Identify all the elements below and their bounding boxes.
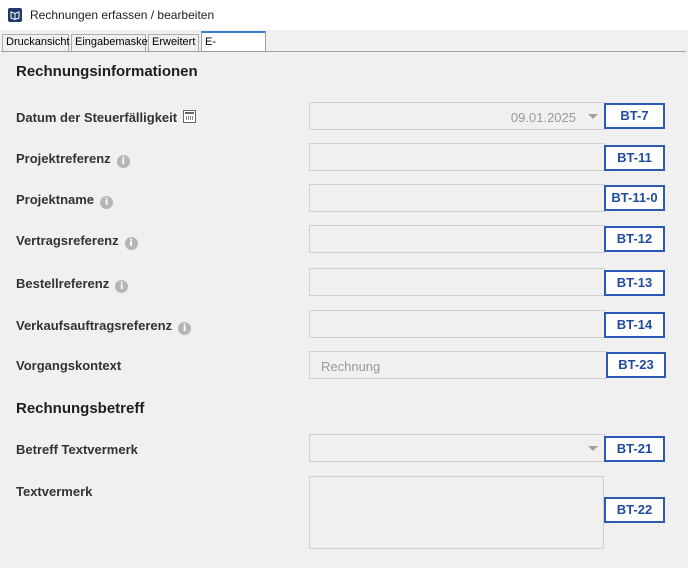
bt-code-badge: BT-23: [606, 352, 666, 378]
chevron-down-icon[interactable]: [588, 114, 598, 119]
info-icon[interactable]: i: [100, 196, 114, 209]
label-betreff-textvermerk: Betreff Textvermerk: [16, 442, 138, 457]
calendar-icon[interactable]: [183, 110, 197, 123]
tab-erweitert[interactable]: Erweitert: [148, 34, 199, 51]
label-text: Datum der Steuerfälligkeit: [16, 110, 178, 125]
bt-code-badge: BT-11: [604, 145, 665, 171]
label-textvermerk: Textvermerk: [16, 484, 93, 499]
label-text: Projektreferenz: [16, 151, 111, 166]
order-reference-input[interactable]: [309, 268, 605, 296]
process-context-value: Rechnung: [321, 359, 381, 374]
label-text: Vertragsreferenz: [16, 233, 119, 248]
bt-code-badge: BT-22: [604, 497, 665, 523]
window-title: Rechnungen erfassen / bearbeiten: [30, 8, 215, 22]
label-bestellreferenz: Bestellreferenz i: [16, 276, 129, 293]
label-projektreferenz: Projektreferenz i: [16, 151, 130, 168]
text-note-textarea[interactable]: [309, 476, 604, 549]
process-context-input[interactable]: Rechnung: [309, 351, 607, 379]
book-icon: [8, 8, 22, 22]
tab-eingabemaske[interactable]: Eingabemaske: [71, 34, 148, 51]
project-name-input[interactable]: [309, 184, 605, 212]
section-title-rechnungsinformationen: Rechnungsinformationen: [16, 63, 198, 80]
tab-e-rechnung[interactable]: E-Rechnung: [201, 31, 266, 66]
info-icon[interactable]: i: [178, 322, 192, 335]
label-verkaufsauftragsreferenz: Verkaufsauftragsreferenz i: [16, 318, 192, 335]
label-projektname: Projektname i: [16, 192, 114, 209]
bt-code-badge: BT-13: [604, 270, 665, 296]
project-reference-input[interactable]: [309, 143, 605, 171]
label-text: Projektname: [16, 192, 95, 207]
section-title-rechnungsbetreff: Rechnungsbetreff: [16, 400, 145, 417]
tax-date-dropdown[interactable]: 09.01.2025: [309, 102, 605, 130]
chevron-down-icon[interactable]: [588, 446, 598, 451]
bt-code-badge: BT-12: [604, 226, 665, 252]
subject-note-dropdown[interactable]: [309, 434, 605, 462]
tab-druckansicht[interactable]: Druckansicht: [2, 34, 70, 51]
label-vorgangskontext: Vorgangskontext: [16, 358, 122, 373]
info-icon[interactable]: i: [116, 155, 130, 168]
bt-code-badge: BT-7: [604, 103, 665, 129]
label-text: Bestellreferenz: [16, 276, 110, 291]
tax-date-value: 09.01.2025: [510, 110, 576, 125]
info-icon[interactable]: i: [124, 237, 138, 250]
bt-code-badge: BT-21: [604, 436, 665, 462]
label-vertragsreferenz: Vertragsreferenz i: [16, 233, 138, 250]
sales-order-reference-input[interactable]: [309, 310, 605, 338]
bt-code-badge: BT-11-0: [604, 185, 665, 211]
tab-bar: Druckansicht Eingabemaske Erweitert E-Re…: [0, 31, 688, 66]
info-icon[interactable]: i: [115, 280, 129, 293]
contract-reference-input[interactable]: [309, 225, 605, 253]
label-text: Verkaufsauftragsreferenz: [16, 318, 173, 333]
label-datum-steuerfaelligkeit: Datum der Steuerfälligkeit: [16, 110, 197, 125]
title-bar: Rechnungen erfassen / bearbeiten: [0, 0, 688, 30]
bt-code-badge: BT-14: [604, 312, 665, 338]
